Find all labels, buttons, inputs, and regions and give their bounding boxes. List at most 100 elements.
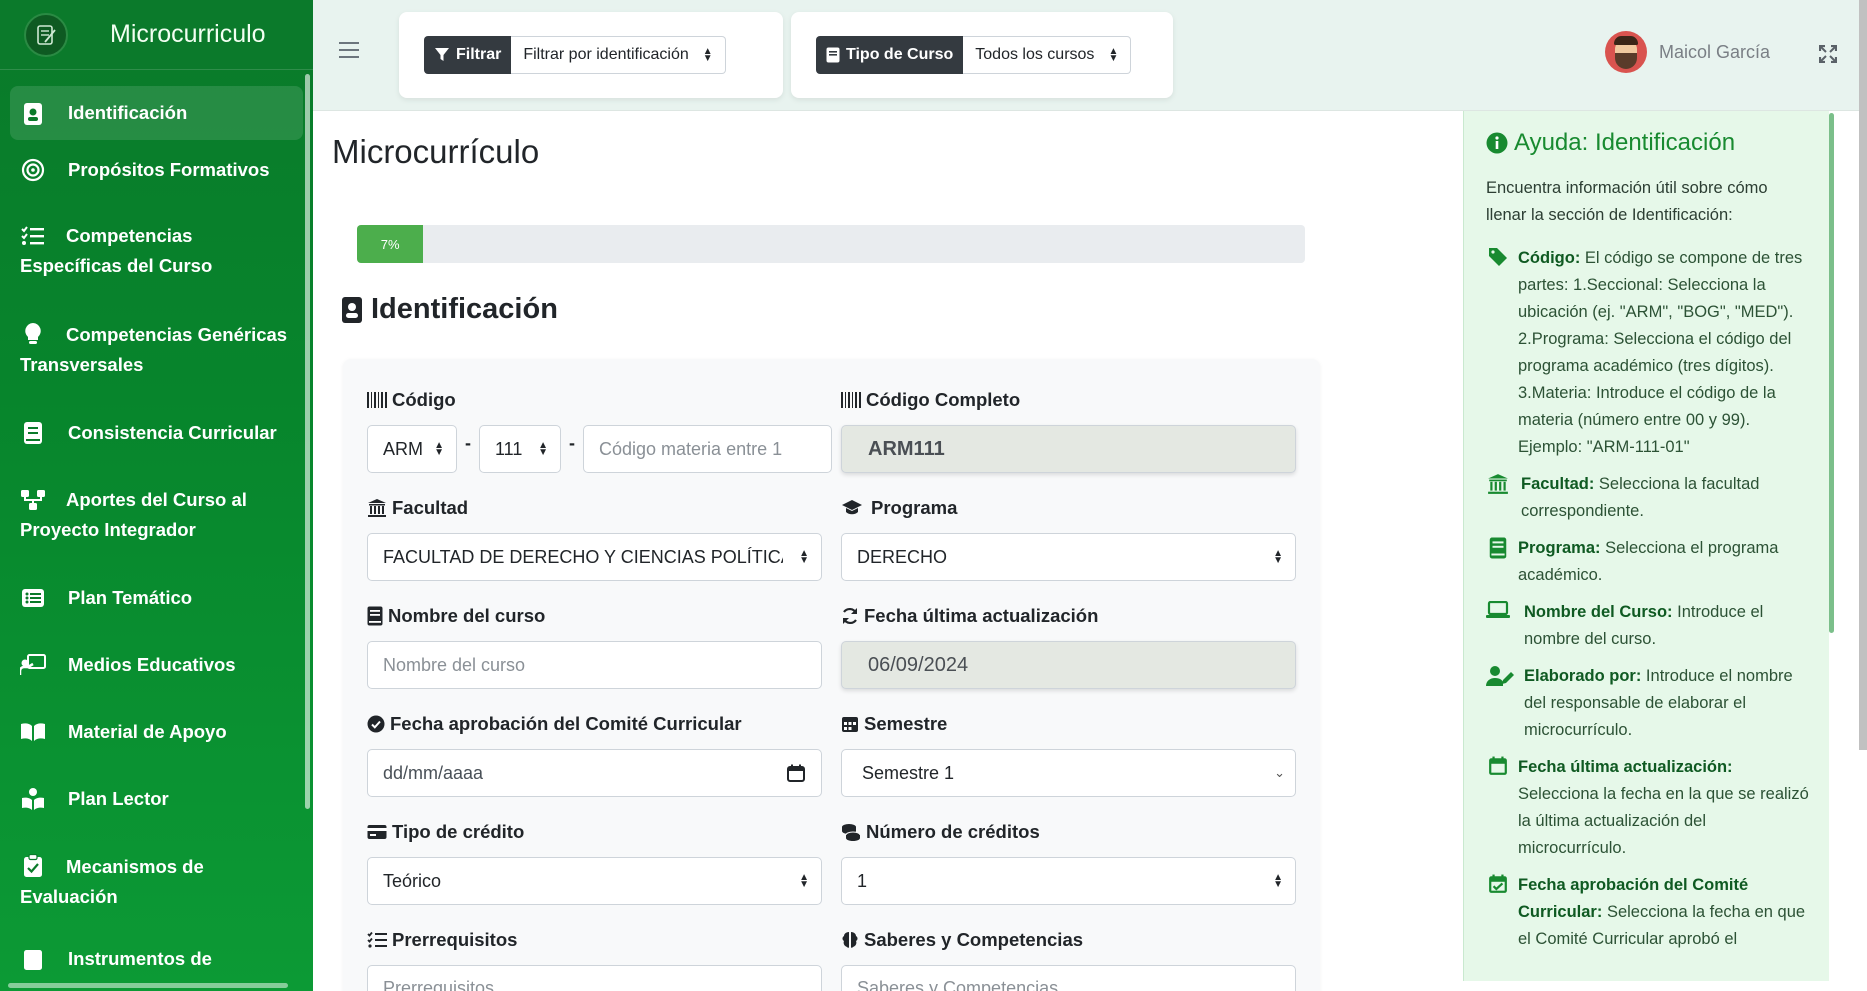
codigo-completo-value: ARM111: [868, 437, 945, 460]
book-icon: [826, 47, 840, 63]
book-icon: [1486, 537, 1510, 589]
fecha-aprobacion-label: Fecha aprobación del Comité Curricular: [367, 711, 742, 737]
barcode-icon: [367, 391, 387, 409]
course-type-select-value: Todos los cursos: [975, 46, 1095, 63]
select-arrows-icon: ▲ ▼: [538, 440, 548, 458]
filter-card: Filtrar Filtrar por identificación ▲ ▼: [399, 12, 783, 98]
facultad-select[interactable]: FACULTAD DE DERECHO Y CIENCIAS POLÍTICAS…: [367, 533, 822, 581]
id-badge-icon: [341, 296, 363, 324]
sidebar-item-competencias-especificas[interactable]: Competencias Específicas del Curso: [10, 221, 303, 281]
select-arrows-icon: ▲ ▼: [1273, 872, 1283, 890]
help-text: Selecciona la fecha en la que se realizó…: [1518, 785, 1809, 857]
semestre-field: Semestre: [841, 711, 947, 737]
sidebar-menu: Identificación Propósitos Formativos Com…: [0, 70, 313, 978]
sidebar-item-mecanismos[interactable]: Mecanismos de Evaluación: [10, 851, 303, 912]
course-type-label-text: Tipo de Curso: [846, 46, 954, 63]
facultad-value: FACULTAD DE DERECHO Y CIENCIAS POLÍTICAS…: [383, 546, 783, 567]
semestre-label-text: Semestre: [864, 713, 948, 734]
semestre-value: Semestre 1: [862, 762, 955, 783]
topbar: Filtrar Filtrar por identificación ▲ ▼ Ti…: [313, 0, 1867, 111]
clipboard-icon: [20, 946, 46, 972]
page-title: Microcurrículo: [332, 133, 540, 170]
brand: Microcurriculo: [0, 0, 313, 70]
user-menu[interactable]: Maicol García: [1604, 31, 1770, 73]
sidebar-horizontal-scrollbar[interactable]: [8, 983, 288, 988]
sidebar-item-aportes[interactable]: Aportes del Curso al Proyecto Integrador: [10, 485, 303, 545]
sync-icon: [841, 607, 859, 625]
sidebar-item-instrumentos[interactable]: Instrumentos de: [10, 944, 303, 978]
fullscreen-icon[interactable]: [1818, 44, 1838, 68]
sidebar: Microcurriculo Identificación Propósitos…: [0, 0, 313, 991]
nombre-curso-input[interactable]: Nombre del curso: [367, 641, 822, 689]
filter-select[interactable]: Filtrar por identificación ▲ ▼: [511, 36, 726, 74]
progress-fill: 7%: [357, 225, 424, 263]
tipo-credito-field: Tipo de crédito: [367, 819, 524, 845]
identificacion-form: Código ARM ▲ ▼ - 111 ▲ ▼ - Código materia en…: [343, 359, 1320, 991]
tipo-credito-label: Tipo de crédito: [367, 819, 524, 845]
materia-code-input[interactable]: Código materia entre 1: [583, 425, 832, 473]
fecha-aprobacion-field: Fecha aprobación del Comité Curricular: [367, 711, 742, 737]
sidebar-scrollbar[interactable]: [305, 74, 310, 809]
calendar-icon: [841, 715, 859, 733]
fecha-aprobacion-input[interactable]: dd/mm/aaaa: [367, 749, 822, 797]
brand-title[interactable]: Microcurriculo: [110, 20, 266, 49]
saberes-input[interactable]: Saberes y Competencias: [841, 965, 1296, 991]
laptop-icon: [1486, 601, 1510, 653]
programa-select[interactable]: DERECHO ▲ ▼: [841, 533, 1296, 581]
sidebar-item-medios[interactable]: Medios Educativos: [10, 650, 303, 684]
course-type-select[interactable]: Todos los cursos ▲ ▼: [963, 36, 1132, 74]
materia-code-placeholder: Código materia entre 1: [599, 438, 783, 459]
codigo-completo-label: Código Completo: [841, 387, 1020, 413]
brand-logo-icon[interactable]: [24, 12, 68, 57]
section-title: Identificación: [341, 293, 558, 326]
sidebar-item-identificacion[interactable]: Identificación: [10, 86, 303, 140]
tipo-credito-value: Teórico: [383, 870, 442, 891]
help-item-fecha-actualizacion: Fecha última actualización: Selecciona l…: [1486, 754, 1816, 862]
sidebar-item-label: Material de Apoyo: [68, 721, 227, 742]
select-arrows-icon: ▲ ▼: [434, 440, 444, 458]
help-term: Facultad:: [1521, 475, 1595, 493]
saberes-label: Saberes y Competencias: [841, 927, 1083, 953]
filter-select-value: Filtrar por identificación: [523, 46, 689, 63]
tipo-credito-label-text: Tipo de crédito: [392, 821, 525, 842]
tipo-credito-select[interactable]: Teórico ▲ ▼: [367, 857, 822, 905]
nombre-curso-field: Nombre del curso: [367, 603, 545, 629]
sidebar-item-consistencia[interactable]: Consistencia Curricular: [10, 418, 303, 452]
fecha-actualizacion-field: Fecha última actualización: [841, 603, 1098, 629]
sidebar-item-material[interactable]: Material de Apoyo: [10, 717, 303, 751]
seccional-select[interactable]: ARM ▲ ▼: [367, 425, 457, 473]
codigo-completo-label-text: Código Completo: [866, 389, 1021, 410]
sidebar-item-propositos[interactable]: Propósitos Formativos: [10, 155, 303, 189]
programa-code-select[interactable]: 111 ▲ ▼: [479, 425, 561, 473]
sidebar-item-label: Competencias Genéricas Transversales: [20, 324, 288, 375]
book-icon: [20, 420, 46, 446]
numero-creditos-label: Número de créditos: [841, 819, 1040, 845]
course-type-group: Tipo de Curso Todos los cursos ▲ ▼: [816, 36, 1132, 74]
sidebar-item-competencias-genericas[interactable]: Competencias Genéricas Transversales: [10, 319, 303, 380]
fecha-actualizacion-input: 06/09/2024: [841, 641, 1296, 689]
filter-label: Filtrar: [424, 36, 512, 74]
progress-bar: 7%: [357, 225, 1305, 263]
info-circle-icon: [1486, 132, 1508, 154]
help-scrollbar-thumb[interactable]: [1829, 113, 1834, 633]
sidebar-item-label: Mecanismos de Evaluación: [20, 856, 204, 907]
help-item-programa: Programa: Selecciona el programa académi…: [1486, 535, 1816, 589]
course-type-card: Tipo de Curso Todos los cursos ▲ ▼: [791, 12, 1173, 98]
filter-icon: [434, 47, 450, 63]
page-scrollbar[interactable]: [1859, 0, 1867, 750]
semestre-select[interactable]: Semestre 1 ⌄: [841, 749, 1296, 797]
sidebar-item-plan-tematico[interactable]: Plan Temático: [10, 583, 303, 617]
book-icon: [367, 606, 383, 626]
menu-toggle-icon[interactable]: [339, 42, 359, 63]
help-item-fecha-aprobacion: Fecha aprobación del Comité Curricular: …: [1486, 872, 1816, 953]
open-book-icon: [20, 719, 46, 745]
prerrequisitos-input[interactable]: Prerrequisitos: [367, 965, 822, 991]
check-circle-icon: [367, 715, 385, 733]
calendar-icon[interactable]: [787, 764, 805, 782]
numero-creditos-select[interactable]: 1 ▲ ▼: [841, 857, 1296, 905]
nombre-curso-label-text: Nombre del curso: [388, 605, 546, 626]
programa-label-text: Programa: [871, 497, 958, 518]
fecha-actualizacion-label: Fecha última actualización: [841, 603, 1098, 629]
codigo-separator: -: [465, 433, 471, 453]
sidebar-item-plan-lector[interactable]: Plan Lector: [10, 784, 303, 818]
